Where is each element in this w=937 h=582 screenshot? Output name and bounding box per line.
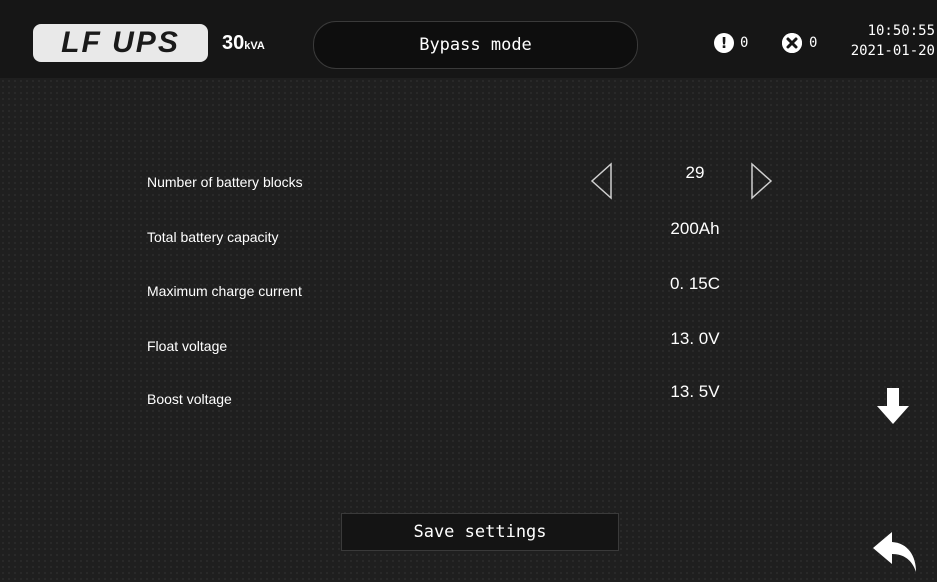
return-arrow-icon xyxy=(873,532,916,572)
clock-date: 2021-01-20 xyxy=(850,43,935,59)
mode-status: Bypass mode xyxy=(313,21,638,69)
scroll-down-button[interactable] xyxy=(874,386,912,431)
brand-logo: LF UPS xyxy=(33,24,208,62)
warning-icon[interactable]: ! xyxy=(714,33,734,53)
triangle-left-icon xyxy=(590,162,612,200)
power-rating: 30kVA xyxy=(222,32,265,55)
float-voltage-label: Float voltage xyxy=(147,338,228,354)
boost-voltage-label: Boost voltage xyxy=(147,391,232,407)
fault-count: 0 xyxy=(809,35,818,51)
datetime: 10:50:55 2021-01-20 xyxy=(851,21,935,61)
fault-icon[interactable] xyxy=(782,33,802,53)
battery-capacity-value[interactable]: 200Ah xyxy=(650,219,740,239)
power-unit: kVA xyxy=(244,40,265,52)
boost-voltage-value[interactable]: 13. 5V xyxy=(650,382,740,402)
float-voltage-value[interactable]: 13. 0V xyxy=(650,329,740,349)
battery-blocks-value[interactable]: 29 xyxy=(650,163,740,183)
decrement-button[interactable] xyxy=(589,162,615,200)
back-button[interactable] xyxy=(870,530,920,579)
battery-blocks-label: Number of battery blocks xyxy=(147,174,303,190)
increment-button[interactable] xyxy=(748,162,774,200)
warning-count: 0 xyxy=(740,35,749,51)
battery-capacity-label: Total battery capacity xyxy=(147,229,279,245)
charge-current-label: Maximum charge current xyxy=(147,283,302,299)
charge-current-value[interactable]: 0. 15C xyxy=(650,274,740,294)
top-bar: LF UPS 30kVA Bypass mode ! 0 0 10:50:55 … xyxy=(0,0,937,78)
save-settings-button[interactable]: Save settings xyxy=(341,513,619,551)
triangle-right-icon xyxy=(751,162,773,200)
arrow-down-icon xyxy=(877,388,909,424)
power-value: 30 xyxy=(222,32,245,54)
clock-time: 10:50:55 xyxy=(867,23,935,39)
x-circle-icon xyxy=(782,33,802,53)
